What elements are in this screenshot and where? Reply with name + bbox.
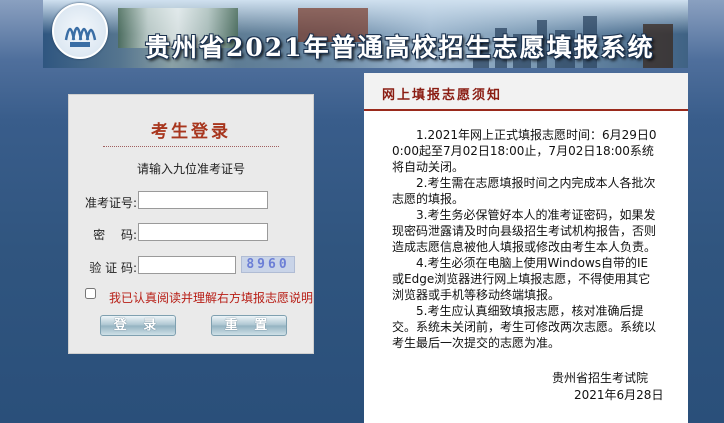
notice-header: 网上填报志愿须知 (364, 73, 688, 111)
exam-id-label: 准考证号: (84, 196, 137, 210)
notice-item: 1.2021年网上正式填报志愿时间：6月29日00:00起至7月02日18:00… (392, 128, 657, 174)
header-banner: 贵州省2021年普通高校招生志愿填报系统 (43, 0, 688, 68)
provincial-exam-logo-icon (52, 3, 108, 59)
captcha-image[interactable]: 8960 (241, 256, 295, 273)
notice-item: 5.考生应认真细致填报志愿，核对准确后提交。系统未关闭前，考生可修改两次志愿。系… (392, 304, 657, 350)
login-panel: 考生登录 请输入九位准考证号 准考证号: 密 码: 验 证 码: 8960 我已… (68, 94, 314, 354)
captcha-label: 验 证 码: (89, 261, 137, 275)
password-input[interactable] (138, 223, 268, 241)
notice-date: 2021年6月28日 (574, 388, 664, 402)
notice-panel: 网上填报志愿须知 1.2021年网上正式填报志愿时间：6月29日00:00起至7… (364, 73, 688, 423)
notice-item: 3.考生务必保管好本人的准考证密码，如果发现密码泄露请及时向县级招生考试机构报告… (392, 208, 657, 254)
login-button[interactable]: 登 录 (100, 315, 176, 336)
exam-id-input[interactable] (138, 191, 268, 209)
exam-id-hint: 请输入九位准考证号 (136, 162, 245, 176)
password-label: 密 码: (93, 228, 137, 242)
agree-label[interactable]: 我已认真阅读并理解右方填报志愿说明 (109, 289, 313, 306)
reset-button[interactable]: 重 置 (211, 315, 287, 336)
captcha-input[interactable] (138, 256, 236, 274)
login-title: 考生登录 (151, 122, 231, 142)
agree-checkbox[interactable] (85, 288, 96, 299)
system-title: 贵州省2021年普通高校招生志愿填报系统 (145, 33, 655, 62)
notice-body: 1.2021年网上正式填报志愿时间：6月29日00:00起至7月02日18:00… (392, 127, 660, 351)
title-divider (103, 146, 279, 147)
notice-issuer: 贵州省招生考试院 (552, 371, 649, 385)
notice-item: 2.考生需在志愿填报时间之内完成本人各批次志愿的填报。 (392, 176, 656, 206)
notice-item: 4.考生必须在电脑上使用Windows自带的IE或Edge浏览器进行网上填报志愿… (392, 256, 651, 302)
notice-title: 网上填报志愿须知 (382, 88, 503, 103)
